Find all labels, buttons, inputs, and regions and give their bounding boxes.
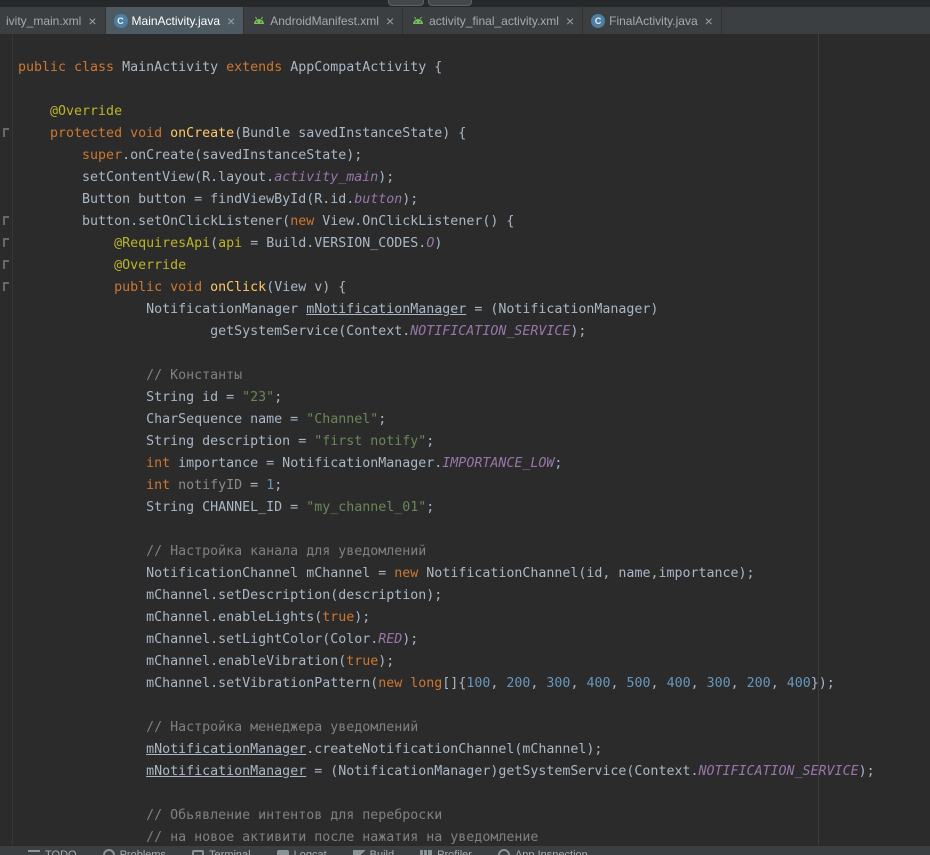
toolwindow-build[interactable]: Build (353, 849, 394, 855)
tab-androidmanifest-xml[interactable]: AndroidManifest.xml × (244, 7, 403, 34)
code-line: Button button = findViewById(R.id.button… (18, 189, 930, 211)
tab-label: ivity_main.xml (6, 14, 81, 28)
tab-label: activity_final_activity.xml (429, 14, 559, 28)
titlebar (0, 0, 930, 7)
code-line: int notifyID = 1; (18, 475, 930, 497)
fold-marker-icon[interactable] (3, 128, 9, 137)
code-line (18, 519, 930, 541)
fold-marker-icon[interactable] (3, 282, 9, 291)
code-line: super.onCreate(savedInstanceState); (18, 145, 930, 167)
app-inspection-icon (498, 849, 510, 855)
code-line: @RequiresApi(api = Build.VERSION_CODES.O… (18, 233, 930, 255)
editor-tab-bar: ivity_main.xml × C MainActivity.java × A… (0, 7, 930, 34)
code-line: button.setOnClickListener(new View.OnCli… (18, 211, 930, 233)
code-line: // Константы (18, 365, 930, 387)
toolwindow-label: Terminal (209, 849, 251, 855)
java-class-icon: C (114, 14, 128, 28)
android-icon (252, 14, 266, 28)
toolwindow-problems[interactable]: Problems (103, 849, 166, 855)
code-line: CharSequence name = "Channel"; (18, 409, 930, 431)
code-line: @Override (18, 101, 930, 123)
code-line: mChannel.enableLights(true); (18, 607, 930, 629)
close-icon[interactable]: × (88, 16, 96, 26)
status-bar: TODO Problems Terminal Logcat Build Prof… (0, 845, 930, 855)
code-line: public class MainActivity extends AppCom… (18, 57, 930, 79)
code-line: String description = "first notify"; (18, 431, 930, 453)
toolwindow-todo[interactable]: TODO (28, 849, 77, 855)
gutter-separator (12, 34, 13, 855)
tab-mainactivity-java[interactable]: C MainActivity.java × (106, 7, 245, 34)
close-icon[interactable]: × (227, 16, 235, 26)
code-line: mChannel.enableVibration(true); (18, 651, 930, 673)
toolwindow-label: Profiler (437, 849, 472, 855)
toolwindow-label: Build (370, 849, 394, 855)
code-line: // Настройка менеджера уведомлений (18, 717, 930, 739)
code-line: int importance = NotificationManager.IMP… (18, 453, 930, 475)
logcat-icon (277, 850, 289, 855)
code-line: @Override (18, 255, 930, 277)
close-icon[interactable]: × (705, 16, 713, 26)
tab-label: AndroidManifest.xml (270, 14, 379, 28)
toolwindow-label: Logcat (294, 849, 327, 855)
code-line: NotificationManager mNotificationManager… (18, 299, 930, 321)
tab-label: FinalActivity.java (609, 14, 697, 28)
code-line: mChannel.setDescription(description); (18, 585, 930, 607)
toolwindow-logcat[interactable]: Logcat (277, 849, 327, 855)
code-line: // Обьявление интентов для переброски (18, 805, 930, 827)
problems-icon (103, 849, 115, 855)
code-line: mChannel.setLightColor(Color.RED); (18, 629, 930, 651)
fold-marker-icon[interactable] (3, 260, 9, 269)
toolbar-button-clipped-1[interactable] (388, 0, 424, 6)
toolwindow-profiler[interactable]: Profiler (420, 849, 472, 855)
close-icon[interactable]: × (386, 16, 394, 26)
close-icon[interactable]: × (566, 16, 574, 26)
fold-marker-icon[interactable] (3, 238, 9, 247)
tab-label: MainActivity.java (132, 14, 220, 28)
code-line: // Настройка канала для уведомлений (18, 541, 930, 563)
code-area[interactable]: public class MainActivity extends AppCom… (18, 57, 930, 849)
toolwindow-label: TODO (45, 849, 77, 855)
tab-activity-main-xml[interactable]: ivity_main.xml × (0, 7, 106, 34)
code-editor[interactable]: public class MainActivity extends AppCom… (0, 34, 930, 855)
code-line: String id = "23"; (18, 387, 930, 409)
fold-marker-icon[interactable] (3, 216, 9, 225)
code-line: getSystemService(Context.NOTIFICATION_SE… (18, 321, 930, 343)
code-line (18, 79, 930, 101)
terminal-icon (192, 850, 204, 855)
todo-icon (28, 850, 40, 855)
toolwindow-label: Problems (120, 849, 166, 855)
android-icon (411, 14, 425, 28)
code-line (18, 783, 930, 805)
code-line: protected void onCreate(Bundle savedInst… (18, 123, 930, 145)
build-icon (353, 850, 365, 855)
code-line: String CHANNEL_ID = "my_channel_01"; (18, 497, 930, 519)
tab-activity-final-activity-xml[interactable]: activity_final_activity.xml × (403, 7, 583, 34)
code-line: mChannel.setVibrationPattern(new long[]{… (18, 673, 930, 695)
profiler-icon (420, 850, 432, 855)
toolbar-button-clipped-2[interactable] (428, 0, 472, 6)
toolwindow-label: App Inspection (515, 849, 588, 855)
code-line: mNotificationManager.createNotificationC… (18, 739, 930, 761)
code-line: NotificationChannel mChannel = new Notif… (18, 563, 930, 585)
code-line (18, 695, 930, 717)
code-line: public void onClick(View v) { (18, 277, 930, 299)
toolwindow-app-inspection[interactable]: App Inspection (498, 849, 588, 855)
java-class-icon: C (591, 14, 605, 28)
toolwindow-terminal[interactable]: Terminal (192, 849, 251, 855)
code-line (18, 343, 930, 365)
tab-finalactivity-java[interactable]: C FinalActivity.java × (583, 7, 722, 34)
code-line: mNotificationManager = (NotificationMana… (18, 761, 930, 783)
code-line: setContentView(R.layout.activity_main); (18, 167, 930, 189)
